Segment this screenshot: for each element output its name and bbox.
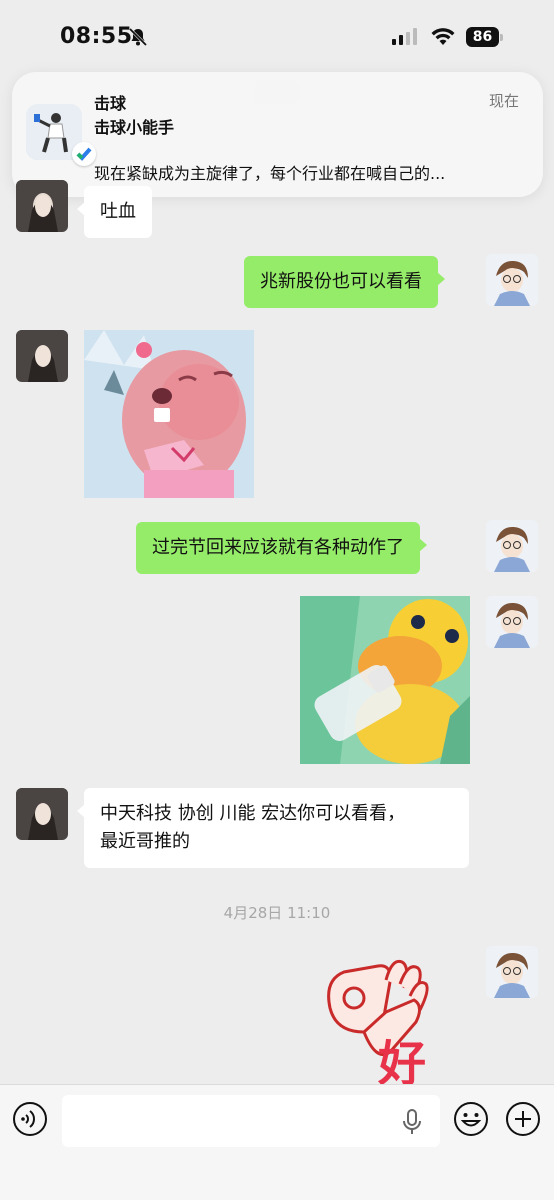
message-bubble[interactable]: 过完节回来应该就有各种动作了 <box>136 522 427 574</box>
ok-hand-hao-sticker[interactable]: 好 <box>306 952 470 1084</box>
chat-timestamp: 4月28日 11:10 <box>223 904 331 922</box>
notification-app-name: 击球 <box>94 94 127 113</box>
message-text: 过完节回来应该就有各种动作了 <box>152 537 404 558</box>
status-time: 08:55 <box>60 24 133 49</box>
crying-beaver-sticker[interactable] <box>84 330 254 498</box>
message-bubble[interactable]: 兆新股份也可以看看 <box>244 256 445 308</box>
message-bubble[interactable]: 吐血 <box>77 186 152 238</box>
notification-sender: 击球小能手 <box>94 118 175 137</box>
self-avatar[interactable] <box>486 520 538 572</box>
cellular-signal-icon <box>392 28 418 50</box>
notification-banner[interactable]: 击球 击球小能手 现在 现在紧缺成为主旋律了，每个行业都在喊自己的... <box>12 72 543 197</box>
battery-indicator: 86 <box>466 27 503 47</box>
status-bar: 08:55 86 <box>0 0 554 74</box>
wifi-icon <box>430 26 456 50</box>
message-text-line: 最近哥推的 <box>100 831 190 852</box>
self-avatar[interactable] <box>486 946 538 998</box>
battery-tip <box>500 34 503 41</box>
contact-avatar[interactable] <box>16 180 68 232</box>
more-options-button[interactable] <box>505 1101 541 1141</box>
message-text: 兆新股份也可以看看 <box>260 271 422 292</box>
self-avatar[interactable] <box>486 254 538 306</box>
message-text: 吐血 <box>100 201 136 222</box>
self-avatar[interactable] <box>486 596 538 648</box>
notification-body: 现在紧缺成为主旋律了，每个行业都在喊自己的... <box>94 164 446 183</box>
bell-muted-icon <box>128 27 148 51</box>
emoji-button[interactable] <box>453 1101 489 1141</box>
notification-app-badge-icon <box>72 142 96 166</box>
duck-with-bottle-sticker[interactable] <box>300 596 470 764</box>
notification-time: 现在 <box>488 92 519 110</box>
message-text-line: 中天科技 协创 川能 宏达你可以看看， <box>100 803 406 824</box>
voice-mode-button[interactable] <box>12 1101 48 1137</box>
battery-level: 86 <box>466 27 499 47</box>
message-bubble[interactable]: 中天科技 协创 川能 宏达你可以看看， 最近哥推的 <box>77 788 469 868</box>
chat-input-bar <box>0 1084 554 1200</box>
sticker-caption: 好 <box>377 1036 426 1084</box>
message-input[interactable] <box>62 1095 440 1147</box>
microphone-icon[interactable] <box>402 1109 422 1139</box>
contact-avatar[interactable] <box>16 330 68 382</box>
contact-avatar[interactable] <box>16 788 68 840</box>
